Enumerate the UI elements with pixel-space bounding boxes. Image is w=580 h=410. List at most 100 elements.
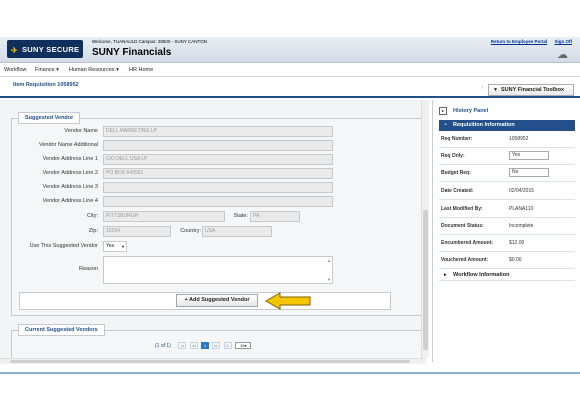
city-field[interactable]: PITTSBURGH [103,211,225,222]
zip-field[interactable]: 15264 [103,226,171,237]
last-modified-row: Last Modified By: PLANA110 [439,201,575,218]
req-only-row: Req Only: Yes [439,148,575,165]
main-horizontal-scrollbar[interactable] [0,358,426,364]
req-number-row: Req Number: 1058952 [439,131,575,148]
vendor-address-line2-label: Vendor Address Line 2 [42,170,98,176]
use-suggested-vendor-select[interactable]: Yes ▼ [103,241,127,252]
city-label: City: [86,213,98,219]
last-modified-label: Last Modified By: [441,206,483,212]
req-only-value: Yes [509,151,549,160]
state-label: State: [233,213,248,219]
vouchered-amount-label: Vouchered Amount: [441,257,489,263]
top-links: Return to Employee Portal Sign Off [485,39,572,44]
document-status-value: Incomplete [509,223,534,229]
return-portal-link[interactable]: Return to Employee Portal [491,39,548,44]
reason-textarea[interactable] [103,256,333,284]
toolbox-button[interactable]: ▼ SUNY Financial Toolbox [488,84,574,96]
app-header: ✈ SUNY SECURE Welcome, TUANAULD Campus: … [0,37,580,63]
add-suggested-vendor-button[interactable]: + Add Suggested Vendor [176,294,258,307]
country-field[interactable]: USA [202,226,272,237]
zip-label: Zip: [88,228,98,234]
vendor-address-line1-field[interactable]: C/O DELL USA LP [103,154,333,165]
menu-item-human-resources[interactable]: Human Resources ▾ [69,67,119,73]
textarea-scroll-up-icon[interactable]: ▲ [327,258,331,263]
vendor-name-additional-label: Vendor Name Additional [38,142,98,148]
req-number-label: Req Number: [441,136,473,142]
budget-req-row: Budget Req: No [439,165,575,182]
menu-item-workflow[interactable]: Workflow [4,67,27,73]
right-panel: ▸ History Panel − Requisition Informatio… [432,100,580,362]
encumbered-amount-row: Encumbered Amount: $12.00 [439,235,575,252]
page-size-select[interactable]: 10▾ [235,342,252,349]
workflow-information-toggle[interactable]: ▸ Workflow Information [439,270,575,281]
expand-icon: ▸ [439,107,447,115]
last-modified-value: PLANA110 [509,206,534,212]
vendor-address-line3-label: Vendor Address Line 3 [42,184,98,190]
menu-bar: Workflow Finance ▾ Human Resources ▾ HR … [0,64,580,77]
page-title: Item Requisition 1058952 [13,82,79,88]
pager: (1 of 1) |◂ ◂◂ 1 ▸▸ ▸| 10▾ [155,342,253,349]
budget-req-label: Budget Req: [441,170,471,176]
vendor-address-line3-field[interactable] [103,182,333,193]
logo-text: SUNY SECURE [22,45,80,54]
toolbox-label: SUNY Financial Toolbox [501,87,565,93]
vendor-name-additional-field[interactable] [103,140,333,151]
vendor-address-line4-field[interactable] [103,196,333,207]
main-vertical-scrollbar[interactable] [421,100,429,358]
history-panel-label: History Panel [453,108,489,114]
current-suggested-vendors-legend: Current Suggested Vendors [18,324,105,336]
prev-page-icon[interactable]: ◂◂ [189,342,198,349]
main-content: Suggested Vendor Vendor Name DELL MARKET… [0,100,426,362]
textarea-scroll-down-icon[interactable]: ▼ [327,277,331,282]
vouchered-amount-row: Vouchered Amount: $0.00 [439,252,575,269]
vendor-name-field[interactable]: DELL MARKETING LP [103,126,333,137]
vendor-name-label: Vendor Name [64,128,98,134]
encumbered-amount-value: $12.00 [509,240,525,246]
next-page-icon[interactable]: ▸▸ [212,342,221,349]
req-number-value: 1058952 [509,136,529,142]
cloud-icon: ☁ [557,49,568,61]
app-title: SUNY Financials [92,47,172,58]
pointer-arrow-icon [264,292,311,310]
first-page-icon[interactable]: |◂ [178,342,187,349]
menu-item-hr-home[interactable]: HR Home [129,67,153,73]
encumbered-amount-label: Encumbered Amount: [441,240,494,246]
document-status-label: Document Status: [441,223,484,229]
document-status-row: Document Status: Incomplete [439,218,575,235]
requisition-information-header[interactable]: − Requisition Information [439,120,575,131]
vouchered-amount-value: $0.00 [509,257,522,263]
req-only-label: Req Only: [441,153,465,159]
vendor-address-line1-label: Vendor Address Line 1 [42,156,98,162]
scroll-thumb[interactable] [423,210,428,350]
requisition-information-label: Requisition Information [453,122,515,128]
collapse-icon: − [444,122,448,128]
page-bar: Item Requisition 1058952 ⁝ ▼ SUNY Financ… [0,78,580,98]
history-panel-toggle[interactable]: ▸ History Panel [439,106,575,117]
suny-secure-logo[interactable]: ✈ SUNY SECURE [7,40,83,58]
date-created-label: Date Created: [441,188,474,194]
current-page-button[interactable]: 1 [201,342,210,349]
sign-off-link[interactable]: Sign Off [555,39,573,44]
date-created-row: Date Created: 02/04/2015 [439,183,575,200]
vendor-address-line4-label: Vendor Address Line 4 [42,198,98,204]
info-icon[interactable]: ⁝ [481,85,483,91]
budget-req-value: No [509,168,549,177]
reason-label: Reason [79,266,98,272]
suggested-vendor-legend: Suggested Vendor [18,112,81,124]
date-created-value: 02/04/2015 [509,188,535,194]
footer-bar [0,372,580,374]
menu-item-finance[interactable]: Finance ▾ [35,67,59,73]
swoosh-icon: ✈ [11,46,18,55]
vendor-address-line2-field[interactable]: PO BOX 643561 [103,168,333,179]
dropdown-arrow-icon: ▼ [493,87,498,93]
pager-label: (1 of 1) [155,342,171,349]
last-page-icon[interactable]: ▸| [223,342,232,349]
scroll-thumb[interactable] [10,360,410,363]
state-field[interactable]: PA [250,211,300,222]
workflow-information-label: Workflow Information [453,272,510,278]
welcome-text: Welcome, TUANAULD Campus: 28500 - SUNY C… [92,39,207,44]
select-arrow-icon: ▼ [121,244,125,249]
expand-arrow-icon: ▸ [444,272,447,278]
country-label: Country: [180,228,201,234]
use-suggested-vendor-label: Use This Suggested Vendor [29,243,98,249]
